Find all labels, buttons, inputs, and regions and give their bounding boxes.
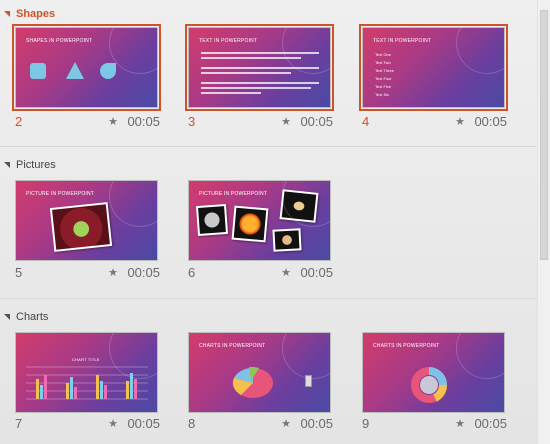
slide-number: 9 [362, 416, 370, 431]
star-icon[interactable]: ★ [108, 417, 118, 430]
slide-meta: 3 ★ 00:05 [188, 114, 333, 130]
slide-thumbnail-3[interactable]: TEXT IN POWERPOINT [188, 27, 331, 108]
section-header-charts[interactable]: Charts [4, 309, 48, 325]
section-title: Shapes [16, 8, 56, 20]
slide-thumbnail-2[interactable]: SHAPES IN POWERPOINT [15, 27, 158, 108]
section-title: Pictures [16, 159, 56, 171]
slide-number: 7 [15, 416, 23, 431]
list-item: Text Six [375, 92, 390, 97]
section-header-pictures[interactable]: Pictures [4, 157, 56, 173]
slide-duration: 00:05 [127, 114, 160, 129]
bar-chart-graphic [26, 366, 148, 400]
slide-number: 8 [188, 416, 196, 431]
slide-duration: 00:05 [474, 416, 507, 431]
slide-meta: 6 ★ 00:05 [188, 265, 333, 281]
slide-duration: 00:05 [474, 114, 507, 129]
teardrop-shape [100, 63, 116, 79]
list-item: Text One [375, 52, 392, 57]
star-icon[interactable]: ★ [281, 417, 291, 430]
star-icon[interactable]: ★ [108, 266, 118, 279]
square-shape [30, 63, 46, 79]
slide-meta: 9 ★ 00:05 [362, 416, 507, 432]
star-icon[interactable]: ★ [281, 115, 291, 128]
text-line [201, 67, 319, 69]
text-line [201, 87, 311, 89]
slide-title: SHAPES IN POWERPOINT [26, 38, 93, 44]
text-line [201, 82, 319, 84]
moon-photo [195, 203, 229, 237]
slide-number: 6 [188, 265, 196, 280]
slide-thumbnail-6[interactable]: PICTURE IN POWERPOINT [188, 180, 331, 261]
list-item: Text Two [375, 60, 391, 65]
star-icon[interactable]: ★ [455, 417, 465, 430]
slide-thumbnail-7[interactable]: CHART TITLE [15, 332, 158, 413]
section-title: Charts [16, 311, 49, 323]
star-icon[interactable]: ★ [281, 266, 291, 279]
slide-number: 2 [15, 114, 23, 129]
slide-number: 5 [15, 265, 23, 280]
vertical-scrollbar[interactable] [537, 0, 550, 444]
slide-title: TEXT IN POWERPOINT [373, 38, 432, 44]
donut-chart-graphic [411, 367, 447, 403]
slide-meta: 5 ★ 00:05 [15, 265, 160, 281]
list-item: Text Three [375, 68, 394, 73]
slide-title: PICTURE IN POWERPOINT [26, 191, 95, 197]
slide-meta: 7 ★ 00:05 [15, 416, 160, 432]
apples-photo [49, 202, 113, 252]
list-item: Text Five [375, 84, 392, 89]
scrollbar-thumb[interactable] [540, 10, 548, 260]
text-line [201, 52, 319, 54]
slide-duration: 00:05 [127, 416, 160, 431]
planet-photo [272, 228, 302, 252]
slide-meta: 8 ★ 00:05 [188, 416, 333, 432]
list-item: Text Four [375, 76, 392, 81]
slide-meta: 2 ★ 00:05 [15, 114, 160, 130]
slide-title: CHARTS IN POWERPOINT [373, 343, 440, 349]
pie-chart-graphic [232, 366, 273, 398]
slide-duration: 00:05 [300, 416, 333, 431]
slide-title: PICTURE IN POWERPOINT [199, 191, 268, 197]
section-header-shapes[interactable]: Shapes [4, 6, 55, 22]
section-divider [0, 146, 536, 147]
slide-duration: 00:05 [300, 114, 333, 129]
slide-thumbnail-9[interactable]: CHARTS IN POWERPOINT [362, 332, 505, 413]
sun-photo [231, 205, 269, 243]
slide-number: 3 [188, 114, 196, 129]
slide-thumbnail-4[interactable]: TEXT IN POWERPOINT Text One Text Two Tex… [362, 27, 505, 108]
slide-number: 4 [362, 114, 370, 129]
slide-title: TEXT IN POWERPOINT [199, 38, 258, 44]
caret-down-icon[interactable] [4, 11, 10, 17]
slide-meta: 4 ★ 00:05 [362, 114, 507, 130]
slide-thumbnail-8[interactable]: CHARTS IN POWERPOINT [188, 332, 331, 413]
section-divider [0, 298, 536, 299]
slide-duration: 00:05 [127, 265, 160, 280]
slide-thumbnail-5[interactable]: PICTURE IN POWERPOINT [15, 180, 158, 261]
text-line [201, 92, 261, 94]
caret-down-icon[interactable] [4, 314, 10, 320]
saturn-photo [279, 189, 319, 223]
slide-duration: 00:05 [300, 265, 333, 280]
triangle-shape [66, 62, 84, 79]
caret-down-icon[interactable] [4, 162, 10, 168]
legend-box [305, 375, 312, 387]
slide-title: CHARTS IN POWERPOINT [199, 343, 266, 349]
star-icon[interactable]: ★ [455, 115, 465, 128]
text-line [201, 72, 291, 74]
text-line [201, 57, 301, 59]
slide-title: CHART TITLE [72, 357, 100, 362]
star-icon[interactable]: ★ [108, 115, 118, 128]
